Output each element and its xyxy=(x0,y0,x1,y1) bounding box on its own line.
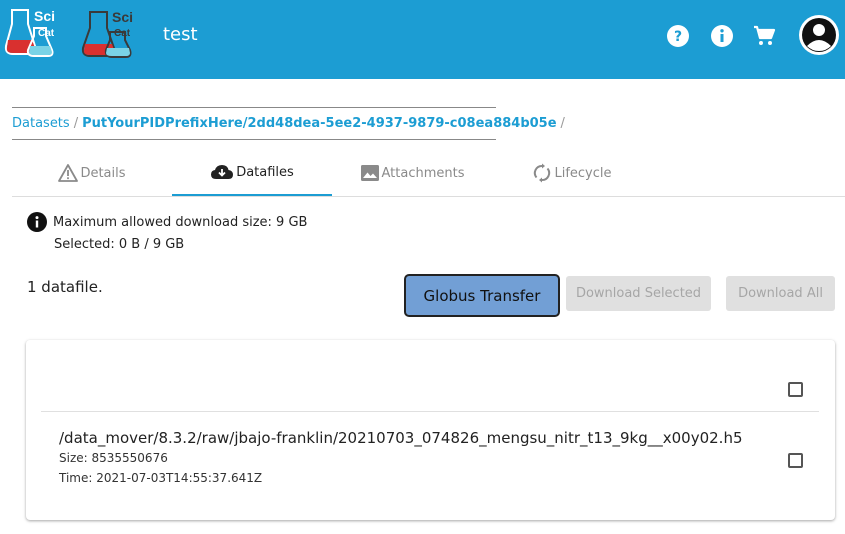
file-path: /data_mover/8.3.2/raw/jbajo-franklin/202… xyxy=(59,429,743,447)
tab-attachments[interactable]: Attachments xyxy=(332,150,492,196)
breadcrumb-separator: / xyxy=(73,116,79,131)
tab-label: Datafiles xyxy=(236,164,294,180)
breadcrumb-pid-link[interactable]: PutYourPIDPrefixHere/2dd48dea-5ee2-4937-… xyxy=(82,116,556,131)
warning-icon xyxy=(58,164,79,182)
tab-label: Attachments xyxy=(381,165,465,181)
info-icon xyxy=(27,212,47,232)
svg-text:Sci: Sci xyxy=(34,8,55,24)
datafile-count: 1 datafile. xyxy=(27,278,103,296)
tab-label: Lifecycle xyxy=(554,165,612,181)
cloud-download-icon xyxy=(211,165,234,179)
svg-text:Cat: Cat xyxy=(38,28,55,39)
max-download-size: Maximum allowed download size: 9 GB xyxy=(53,214,308,230)
download-selected-button[interactable]: Download Selected xyxy=(566,276,711,311)
selected-size: Selected: 0 B / 9 GB xyxy=(54,237,185,252)
file-time: Time: 2021-07-03T14:55:37.641Z xyxy=(59,471,263,485)
breadcrumb: Datasets / PutYourPIDPrefixHere/2dd48dea-5… xyxy=(12,107,565,140)
app-title: test xyxy=(163,24,198,45)
tab-lifecycle[interactable]: Lifecycle xyxy=(492,150,652,196)
help-icon[interactable]: ? xyxy=(666,24,690,48)
svg-text:Sci: Sci xyxy=(112,9,133,25)
datafiles-table: /data_mover/8.3.2/raw/jbajo-franklin/202… xyxy=(26,340,835,520)
sync-icon xyxy=(534,163,551,183)
svg-text:Cat: Cat xyxy=(114,28,131,39)
cart-icon[interactable] xyxy=(752,24,776,48)
info-icon[interactable] xyxy=(710,24,734,48)
tab-details[interactable]: Details xyxy=(12,150,172,196)
divider xyxy=(41,411,819,412)
globus-transfer-button[interactable]: Globus Transfer xyxy=(404,274,560,317)
download-all-button[interactable]: Download All xyxy=(726,276,835,311)
breadcrumb-datasets-link[interactable]: Datasets xyxy=(12,116,70,131)
tab-datafiles[interactable]: Datafiles xyxy=(172,150,332,196)
image-icon xyxy=(360,165,379,181)
dataset-tabs: Details Datafiles Attachments Lifecycle xyxy=(12,150,845,197)
select-all-checkbox[interactable] xyxy=(788,382,803,397)
scicat-logo[interactable]: Sci Cat xyxy=(4,6,62,60)
facility-logo: Sci Cat xyxy=(81,9,133,58)
svg-text:?: ? xyxy=(674,29,682,45)
file-size: Size: 8535550676 xyxy=(59,451,168,465)
breadcrumb-separator: / xyxy=(560,116,565,131)
tab-label: Details xyxy=(80,165,126,181)
file-select-checkbox[interactable] xyxy=(788,453,803,468)
download-size-info: Maximum allowed download size: 9 GB xyxy=(27,212,307,232)
user-avatar-icon[interactable] xyxy=(799,15,839,55)
top-toolbar: Sci Cat Sci Cat test ? xyxy=(0,0,845,79)
